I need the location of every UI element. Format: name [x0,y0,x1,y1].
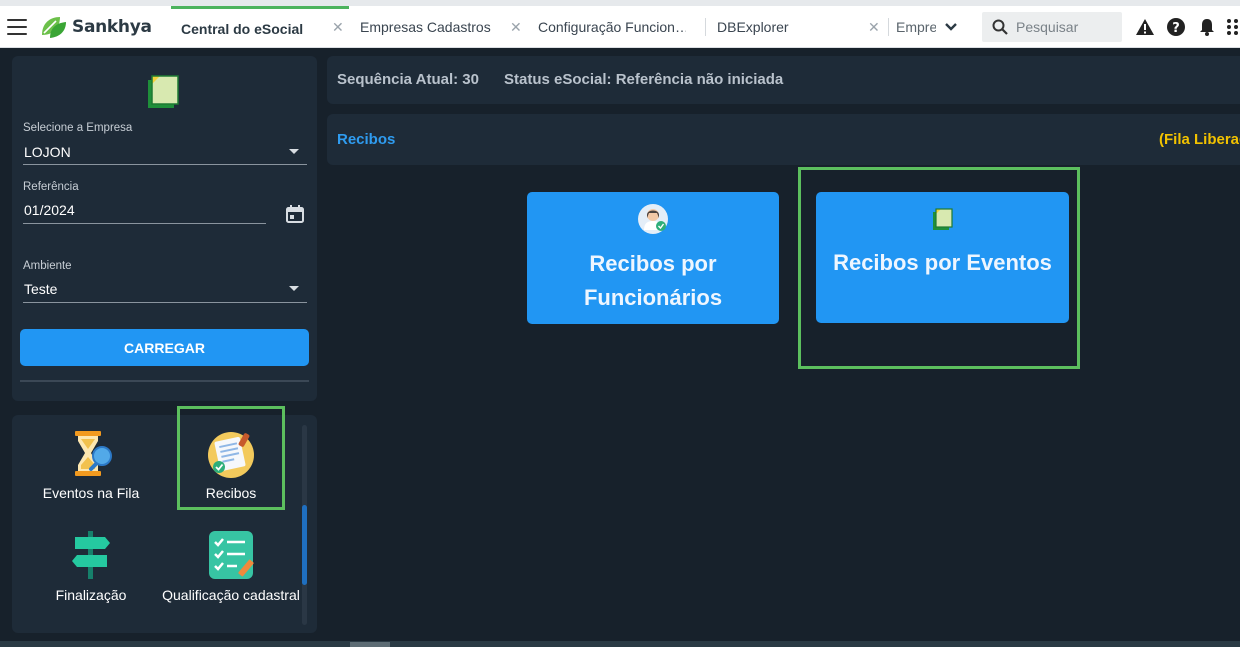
receipt-icon [208,432,254,478]
apps-grid-icon[interactable] [1226,17,1240,37]
menu-label: Eventos na Fila [42,485,140,501]
sequencia-atual-text: Sequência Atual: 30 [337,71,479,88]
sankhya-leaf-icon [42,17,66,38]
tab-dbexplorer[interactable]: DBExplorer [706,6,882,48]
horizontal-scrollbar-thumb[interactable] [350,642,390,647]
close-tab-icon[interactable]: ✕ [332,19,344,36]
search-box[interactable] [982,12,1122,42]
tab-label: Empre: [896,19,936,35]
top-bar: Sankhya Central do eSocial ✕ Empresas Ca… [0,6,1240,48]
menu-label: Qualificação cadastral [162,587,300,603]
menu-label: Finalização [55,587,127,603]
calendar-icon[interactable] [285,204,305,224]
signpost-icon [72,531,110,579]
svg-text:?: ? [1172,21,1180,36]
close-tab-icon[interactable]: ✕ [510,19,522,36]
tab-configuracao-funcionario[interactable]: ✕ Configuração Funcion… [510,6,704,48]
menu-icon[interactable] [7,19,27,35]
checklist-icon [209,531,254,579]
menu-label: Recibos [205,485,257,501]
sankhya-logo[interactable]: Sankhya [38,14,152,40]
empresa-select-value[interactable]: LOJON [24,144,71,160]
referencia-label: Referência [23,181,79,193]
fila-status-label: (Fila Liberada) [1159,131,1240,148]
section-title: Recibos [337,131,396,148]
tab-label: Central do eSocial [181,20,304,37]
tab-label: Configuração Funcion… [538,19,686,35]
chevron-down-icon[interactable] [944,20,958,34]
document-icon [932,208,953,230]
ambiente-dropdown-caret-icon[interactable] [289,286,299,291]
brand-name: Sankhya [72,17,152,37]
tab-label: Empresas Cadastros [360,19,491,35]
ambiente-label: Ambiente [23,260,72,272]
tab-empresas-cadastros[interactable]: ✕ Empresas Cadastros [332,6,526,48]
document-icon [148,75,179,108]
tab-label: DBExplorer [717,19,789,35]
menu-item-qualificacao-cadastral[interactable]: Qualificação cadastral [160,529,302,603]
recibos-por-funcionarios-button[interactable]: Recibos por Funcionários [527,192,779,324]
panel-divider [20,380,309,382]
employee-avatar-icon [638,204,668,234]
empresa-underline [23,164,307,165]
button-label: Recibos por Funcionários [583,251,723,310]
filter-panel: Selecione a Empresa LOJON Referência 01/… [12,56,317,401]
ambiente-select-value[interactable]: Teste [24,281,57,297]
menu-item-finalizacao[interactable]: Finalização [34,529,148,603]
menu-panel: Eventos na Fila Recibos Finalização Qual… [12,415,317,633]
menu-item-eventos-na-fila[interactable]: Eventos na Fila [34,427,148,501]
hourglass-icon [75,431,112,476]
warning-icon[interactable] [1135,17,1155,37]
close-tab-icon[interactable]: ✕ [868,19,880,36]
tab-empresas[interactable]: ✕ Empre: [868,6,941,48]
recibos-header-card: Recibos (Fila Liberada) [327,114,1240,165]
carregar-button[interactable]: CARREGAR [20,329,309,366]
menu-scrollbar-thumb[interactable] [302,505,307,585]
empresa-dropdown-caret-icon[interactable] [289,149,299,154]
status-card: Sequência Atual: 30 Status eSocial: Refe… [327,56,1240,104]
search-input[interactable] [1016,19,1116,35]
empresa-label: Selecione a Empresa [23,122,133,134]
search-icon [992,19,1008,35]
button-label: Recibos por Eventos [833,250,1052,275]
status-esocial-text: Status eSocial: Referência não iniciada [504,71,784,88]
ambiente-underline [23,302,307,303]
menu-item-recibos[interactable]: Recibos [174,427,288,501]
help-icon[interactable]: ? [1166,17,1186,37]
referencia-input[interactable]: 01/2024 [24,202,75,218]
referencia-underline [23,223,266,224]
bell-icon[interactable] [1197,17,1217,37]
tab-central-esocial[interactable]: Central do eSocial [171,6,349,48]
horizontal-scrollbar[interactable] [0,641,1240,647]
recibos-por-eventos-button[interactable]: Recibos por Eventos [816,192,1069,323]
tab-separator [888,18,889,36]
